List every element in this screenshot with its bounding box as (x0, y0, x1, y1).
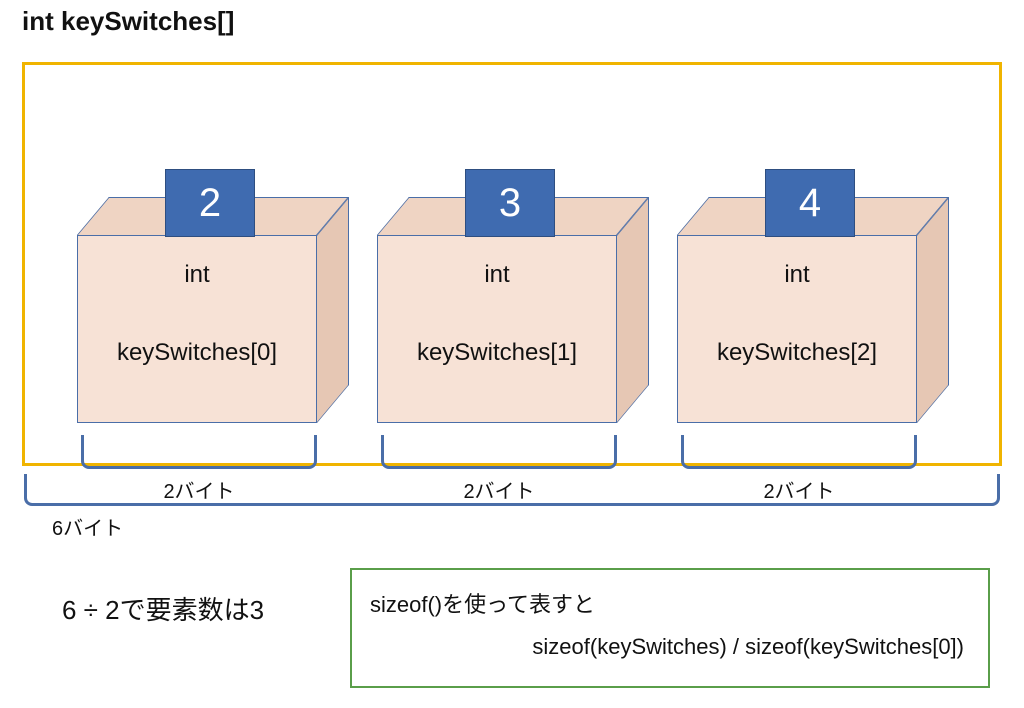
sizeof-explanation-box: sizeof()を使って表すと sizeof(keySwitches) / si… (350, 568, 990, 688)
element-name-label: keySwitches[1] (377, 339, 617, 367)
array-element-1: 3 int keySwitches[1] (377, 197, 649, 423)
element-type-label: int (677, 261, 917, 289)
value-badge: 2 (165, 169, 255, 237)
value-badge: 4 (765, 169, 855, 237)
cube-side-face (617, 197, 649, 423)
sizeof-line-1: sizeof()を使って表すと (370, 592, 595, 617)
element-name-label: keySwitches[0] (77, 339, 317, 367)
conclusion-text: 6 ÷ 2で要素数は3 (62, 590, 264, 627)
total-bytes-bracket (24, 474, 1000, 506)
byte-bracket-2 (681, 435, 917, 469)
cube-side-face (917, 197, 949, 423)
array-container-box: 2 int keySwitches[0] 3 int keySwitches[1… (22, 62, 1002, 466)
sizeof-line-2: sizeof(keySwitches) / sizeof(keySwitches… (370, 626, 970, 668)
byte-bracket-0 (81, 435, 317, 469)
element-type-label: int (77, 261, 317, 289)
byte-bracket-1 (381, 435, 617, 469)
array-element-2: 4 int keySwitches[2] (677, 197, 949, 423)
array-element-0: 2 int keySwitches[0] (77, 197, 349, 423)
element-name-label: keySwitches[2] (677, 339, 917, 367)
cube-side-face (317, 197, 349, 423)
diagram-title: int keySwitches[] (22, 6, 234, 37)
value-badge: 3 (465, 169, 555, 237)
total-bytes-label: 6バイト (52, 512, 123, 541)
element-type-label: int (377, 261, 617, 289)
